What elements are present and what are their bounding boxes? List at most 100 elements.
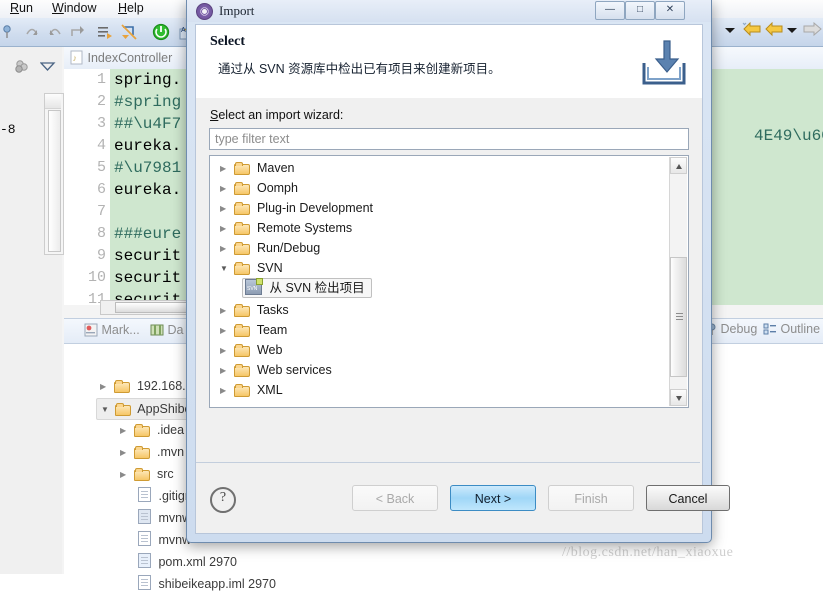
- finish-button[interactable]: Finish: [548, 485, 634, 511]
- tree-vertical-scrollbar[interactable]: [669, 157, 687, 406]
- tree-row-appshibe[interactable]: ▼ AppShibe: [96, 398, 197, 420]
- chevron-right-icon[interactable]: ▶: [220, 159, 231, 179]
- chevron-right-icon[interactable]: ▶: [220, 239, 231, 259]
- step-into-icon[interactable]: [68, 23, 86, 41]
- folder-icon: [134, 424, 151, 437]
- chevron-right-icon[interactable]: ▶: [220, 321, 231, 341]
- code-line: eureka.: [114, 137, 182, 155]
- folder-icon: [134, 446, 151, 459]
- forward-arrow-icon[interactable]: [802, 21, 823, 40]
- chevron-right-icon[interactable]: ▶: [220, 179, 231, 199]
- back-label: < Back: [375, 492, 415, 506]
- chevron-right-icon[interactable]: ▶: [100, 377, 111, 397]
- help-button[interactable]: ?: [210, 487, 236, 513]
- chevron-right-icon[interactable]: ▶: [120, 443, 131, 463]
- tree-row-mvn[interactable]: ▶ .mvn: [120, 442, 184, 462]
- properties-file-icon: ♪: [70, 50, 84, 68]
- outline-icon: [763, 322, 777, 339]
- wizard-tree-list: ▶ Maven ▶ Oomph ▶ Plug-in Development ▶: [210, 158, 668, 405]
- back-arrow-icon[interactable]: [764, 21, 783, 40]
- tree-item-xml[interactable]: ▶ XML: [220, 380, 283, 400]
- chevron-right-icon[interactable]: ▶: [120, 465, 131, 485]
- folder-icon: [234, 182, 251, 195]
- dialog-title-bar[interactable]: Import — □ ✕: [187, 0, 711, 22]
- tree-item-svn-checkout[interactable]: 从 SVN 检出项目: [242, 278, 372, 298]
- chevron-right-icon[interactable]: ▶: [220, 361, 231, 381]
- tree-row-192[interactable]: ▶ 192.168.1: [100, 376, 193, 396]
- tree-row-mvnw-cmd[interactable]: mvnw: [138, 508, 191, 528]
- tree-row-src[interactable]: ▶ src: [120, 464, 174, 484]
- chevron-right-icon[interactable]: ▶: [220, 301, 231, 321]
- tab-debug[interactable]: Debug: [707, 322, 757, 339]
- menu-item-run[interactable]: RRunun: [10, 1, 33, 15]
- menu-item-help[interactable]: Help: [118, 1, 144, 15]
- chevron-down-icon[interactable]: [724, 24, 742, 42]
- tree-item-label: XML: [256, 383, 283, 397]
- run-to-line-icon[interactable]: [96, 23, 114, 41]
- tab-debug-label: Debug: [720, 322, 758, 336]
- chevron-down-icon[interactable]: ▼: [220, 259, 231, 279]
- chevron-right-icon[interactable]: ▶: [120, 421, 131, 441]
- chevron-right-icon[interactable]: ▶: [220, 381, 231, 401]
- step-return-icon[interactable]: [46, 23, 64, 41]
- wizard-tree[interactable]: ▶ Maven ▶ Oomph ▶ Plug-in Development ▶: [209, 155, 689, 408]
- tree-item-team[interactable]: ▶ Team: [220, 320, 287, 340]
- scroll-down-icon[interactable]: [670, 389, 687, 406]
- package-presentation-icon[interactable]: [14, 59, 32, 78]
- chevron-down-icon[interactable]: ▼: [101, 400, 112, 420]
- step-over-icon[interactable]: [24, 23, 42, 41]
- folder-icon: [234, 222, 251, 235]
- line-number: 3: [96, 115, 106, 132]
- scrollbar-thumb[interactable]: [670, 257, 687, 377]
- tree-row-idea[interactable]: ▶ .idea: [120, 420, 184, 440]
- tree-row-iml[interactable]: shibeikeapp.iml 2970: [138, 574, 276, 594]
- editor-horizontal-scrollbar[interactable]: [100, 300, 198, 315]
- tree-row-pom-xml[interactable]: pom.xml 2970: [138, 552, 237, 572]
- editor-tab-indexcontroller[interactable]: ♪ IndexController: [70, 50, 172, 68]
- back-button[interactable]: < Back: [352, 485, 438, 511]
- tree-item-oomph[interactable]: ▶ Oomph: [220, 178, 298, 198]
- tree-item-web-services[interactable]: ▶ Web services: [220, 360, 332, 380]
- data-source-icon: [150, 323, 164, 340]
- view-menu-icon[interactable]: [39, 61, 56, 75]
- line-number: 8: [96, 225, 106, 242]
- cancel-button[interactable]: Cancel: [646, 485, 730, 511]
- tree-row-gitignore[interactable]: .gitign: [138, 486, 192, 506]
- right-view-tab-bar: Debug Outline: [705, 318, 823, 342]
- chevron-right-icon[interactable]: ▶: [220, 219, 231, 239]
- folder-icon: [114, 380, 131, 393]
- filter-placeholder: type filter text: [215, 132, 290, 146]
- tree-item-remote-systems[interactable]: ▶ Remote Systems: [220, 218, 352, 238]
- tab-markers[interactable]: Mark...: [84, 323, 140, 340]
- tree-item-tasks[interactable]: ▶ Tasks: [220, 300, 289, 320]
- terminate-icon[interactable]: [152, 23, 170, 41]
- tree-row-mvnw[interactable]: mvnw: [138, 530, 191, 550]
- code-line: spring.: [114, 71, 182, 89]
- scrollbar-thumb[interactable]: [115, 302, 187, 313]
- scroll-up-icon[interactable]: [670, 157, 687, 174]
- tree-item-maven[interactable]: ▶ Maven: [220, 158, 295, 178]
- code-line: securit: [114, 247, 182, 265]
- filter-input[interactable]: type filter text: [209, 128, 689, 150]
- watermark-text: //blog.csdn.net/han_xiaoxue: [562, 545, 734, 560]
- left-pane-scrollbar[interactable]: [44, 93, 64, 255]
- markers-icon: [84, 323, 98, 340]
- file-icon: [138, 487, 151, 502]
- menu-item-window[interactable]: Window: [52, 1, 96, 15]
- chevron-right-icon[interactable]: ▶: [220, 199, 231, 219]
- next-button[interactable]: Next >: [450, 485, 536, 511]
- tree-item-svn[interactable]: ▼ SVN: [220, 258, 283, 278]
- chevron-right-icon[interactable]: ▶: [220, 341, 231, 361]
- maximize-button[interactable]: □: [625, 1, 655, 20]
- breakpoint-icon[interactable]: [2, 23, 20, 41]
- line-number: 5: [96, 159, 106, 176]
- minimize-button[interactable]: —: [595, 1, 625, 20]
- tree-item-run-debug[interactable]: ▶ Run/Debug: [220, 238, 320, 258]
- back-history-icon[interactable]: [742, 21, 761, 40]
- tab-outline[interactable]: Outline: [763, 322, 820, 339]
- tree-item-web[interactable]: ▶ Web: [220, 340, 282, 360]
- tab-data-source[interactable]: Da: [150, 323, 183, 340]
- close-button[interactable]: ✕: [655, 1, 685, 20]
- skip-all-breakpoints-icon[interactable]: [120, 23, 138, 41]
- tree-item-plugin-development[interactable]: ▶ Plug-in Development: [220, 198, 373, 218]
